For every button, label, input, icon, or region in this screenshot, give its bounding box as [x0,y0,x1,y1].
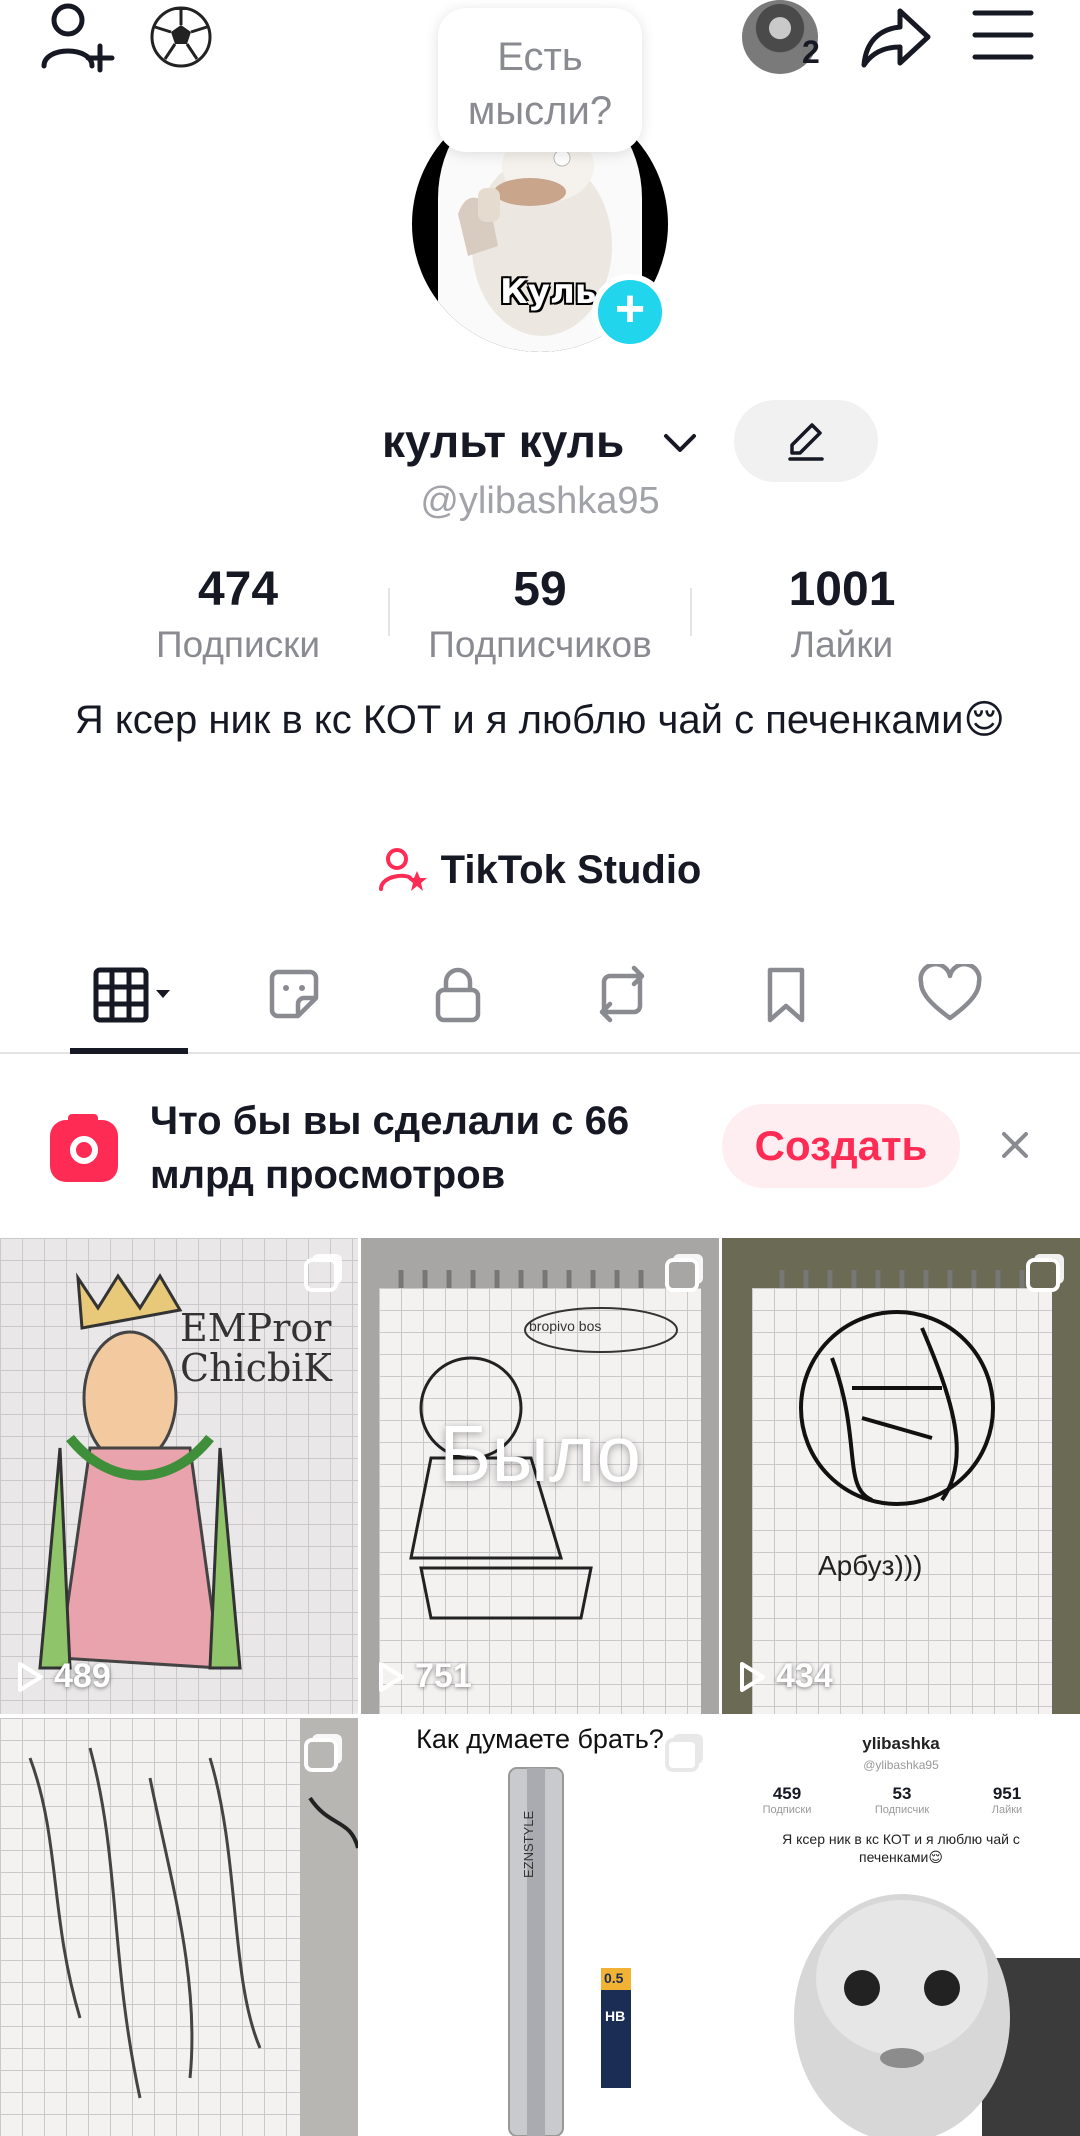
name-row: культ куль [0,400,1080,482]
multi-photo-icon [304,1738,338,1772]
multi-photo-icon [1026,1258,1060,1292]
heart-icon [918,964,982,1021]
tab-reposts[interactable] [572,954,672,1034]
stat-label: Лайки [790,624,894,665]
tab-stickers[interactable] [244,954,344,1034]
add-friend-icon[interactable] [38,0,120,76]
pencil-brand: EZNSTYLE [521,1810,536,1878]
profile-stats: 474 Подписки 59 Подписчиков 1001 Лайки [0,560,1080,670]
close-icon[interactable] [990,1120,1040,1170]
play-icon [379,1661,404,1692]
doodle-caption: EMPror ChicbiK [180,1306,332,1390]
user-star-icon [378,848,427,891]
doodle-drawing [779,1270,1025,1506]
tab-videos[interactable] [80,954,180,1034]
video-thumbnail[interactable]: Как думаете брать? EZNSTYLE 0.5 HB [361,1718,719,2136]
multi-photo-icon [665,1738,699,1772]
profile-tabs [0,950,1080,1054]
doodle-caption: bropivo bos [529,1318,602,1334]
tab-private[interactable] [408,954,508,1034]
tab-liked[interactable] [900,954,1000,1034]
video-overlay-text: Было [438,1409,642,1498]
thoughts-bubble[interactable]: Есть мысли? [438,8,642,152]
avatar-caption: Куль [500,272,597,312]
doodle-drawing [28,1718,358,2136]
view-count: 489 [16,1657,111,1696]
doodle-caption: Арбуз))) [818,1550,923,1581]
bookmark-icon [767,967,805,1023]
play-icon [18,1661,43,1692]
tab-favorites[interactable] [736,954,836,1034]
grid-icon [93,967,170,1023]
lock-icon [435,967,481,1023]
play-icon [740,1661,765,1692]
stat-likes[interactable]: 1001 Лайки [692,560,992,670]
lead-grade: HB [605,2008,626,2024]
camera-icon [50,1114,118,1182]
multi-photo-icon [304,1258,338,1292]
menu-icon[interactable] [968,4,1038,66]
story-count: 2 [802,34,820,70]
stat-label: Подписки [155,624,320,665]
view-count-value: 489 [54,1657,111,1695]
tiktok-studio-link[interactable]: TikTok Studio [0,840,1080,900]
add-avatar-button[interactable]: + [592,274,668,350]
video-thumbnail[interactable] [0,1718,358,2136]
stat-following[interactable]: 474 Подписки [88,560,388,670]
mini-view-count: 488 [742,2114,763,2128]
create-banner: Что бы вы сделали с 66 млрд просмотров С… [0,1090,1080,1210]
view-count-value: 751 [415,1657,472,1695]
stat-value: 474 [197,563,279,616]
video-thumbnail[interactable]: Арбуз))) 434 [722,1238,1080,1714]
soccer-ball-icon[interactable] [146,2,216,72]
stat-value: 1001 [788,563,896,616]
studio-label: TikTok Studio [440,847,702,892]
baby-face-image [794,1894,1080,2136]
stat-followers[interactable]: 59 Подписчиков [390,560,690,670]
repost-icon [599,965,645,1023]
view-count: 751 [377,1657,472,1696]
chevron-down-icon[interactable] [660,422,700,462]
view-count: 434 [738,1657,833,1696]
share-icon[interactable] [858,0,934,76]
video-thumbnail[interactable]: ylibashka @ylibashka95 459 Подписки 53 П… [722,1718,1080,2136]
video-grid: EMPror ChicbiK 489 bropivo bos Было 751 [0,1238,1080,2136]
active-tab-indicator [70,1048,188,1054]
profile-bio: Я ксер ник в кс КОТ и я люблю чай с пече… [74,698,1006,742]
sticker-icon [269,969,319,1019]
display-name[interactable]: культ куль [382,414,624,468]
video-thumbnail[interactable]: bropivo bos Было 751 [361,1238,719,1714]
banner-text: Что бы вы сделали с 66 млрд просмотров [150,1099,630,1197]
stat-value: 59 [513,563,567,616]
username-handle: @ylibashka95 [420,480,660,522]
create-button[interactable]: Создать [722,1104,960,1188]
pencil-product-image [508,1767,631,2136]
edit-profile-button[interactable] [734,400,878,482]
multi-photo-icon [665,1258,699,1292]
stat-label: Подписчиков [428,624,652,665]
view-count-value: 434 [776,1657,833,1695]
pencil-icon [788,423,824,461]
video-thumbnail[interactable]: EMPror ChicbiK 489 [0,1238,358,1714]
lead-size: 0.5 [604,1970,624,1986]
